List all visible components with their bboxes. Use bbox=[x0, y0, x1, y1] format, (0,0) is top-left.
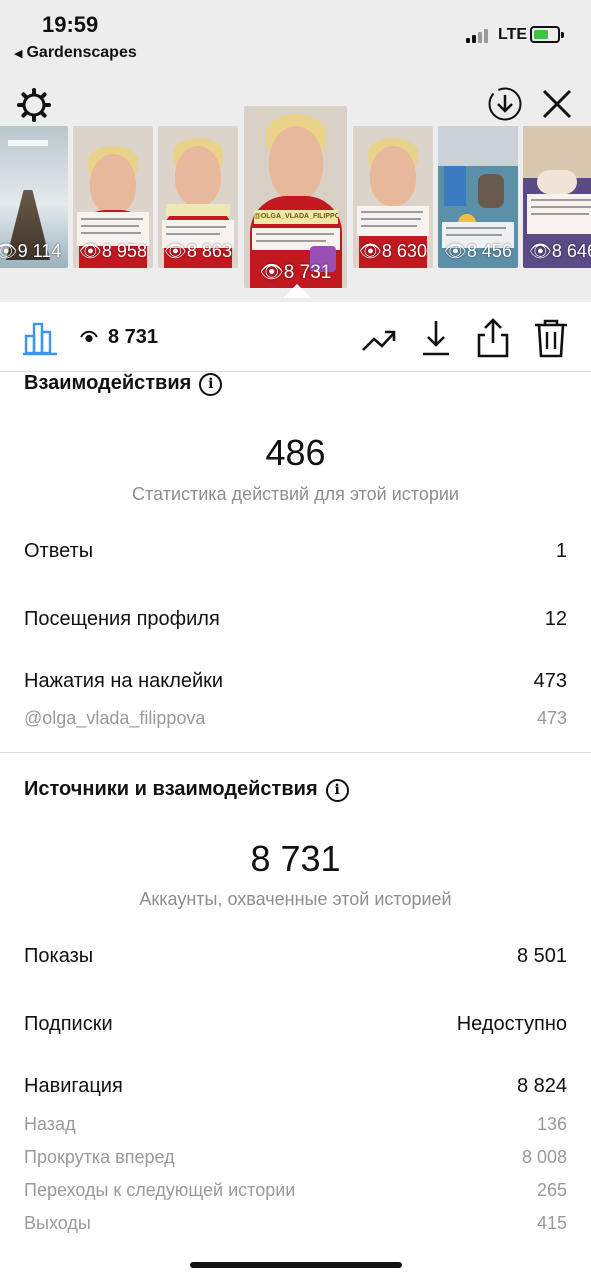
signal-icon bbox=[466, 28, 492, 43]
story-thumbnail[interactable]: 👁8 863 bbox=[158, 126, 238, 268]
reach-total: 8 731 bbox=[250, 838, 341, 879]
story-toolbar: 8 731 bbox=[0, 302, 591, 372]
impressions-label: Показы bbox=[24, 945, 94, 967]
story-view-count: 👁8 646 bbox=[529, 241, 591, 261]
gear-icon[interactable] bbox=[16, 87, 52, 123]
download-icon[interactable] bbox=[418, 318, 454, 358]
follows-value: Недоступно bbox=[456, 1013, 567, 1035]
story-view-count: 👁8 958 bbox=[79, 241, 147, 261]
info-icon[interactable]: i bbox=[199, 373, 223, 396]
selected-story-pointer bbox=[283, 284, 311, 298]
eye-icon bbox=[80, 330, 98, 343]
info-icon[interactable]: i bbox=[325, 779, 349, 802]
reach-subtitle: Аккаунты, охваченные этой историей bbox=[139, 889, 452, 909]
sticker-mention-value: 473 bbox=[536, 708, 567, 728]
replies-value: 1 bbox=[555, 540, 567, 562]
nav-forward-label: Прокрутка вперед bbox=[24, 1147, 175, 1167]
story-thumbnail-selected[interactable]: @OLGA_VLADA_FILIPPOVA 👁8 731 bbox=[244, 106, 347, 288]
trend-up-icon[interactable] bbox=[360, 322, 398, 358]
follows-label: Подписки bbox=[24, 1013, 113, 1035]
discovery-heading: Источники и взаимодействия i bbox=[24, 778, 349, 802]
interactions-heading: Взаимодействия i bbox=[24, 372, 223, 396]
nav-forward-value: 8 008 bbox=[521, 1147, 567, 1167]
sticker-taps-value: 473 bbox=[533, 670, 567, 692]
nav-exits-label: Выходы bbox=[24, 1213, 91, 1233]
story-view-count: 👁8 731 bbox=[259, 262, 332, 283]
nav-next-story-value: 265 bbox=[536, 1180, 567, 1200]
interactions-total: 486 bbox=[265, 432, 326, 473]
status-bar: 19:59 ◀ Gardenscapes LTE bbox=[0, 0, 591, 70]
share-icon[interactable] bbox=[475, 317, 511, 359]
home-indicator[interactable] bbox=[190, 1262, 402, 1268]
network-type: LTE bbox=[498, 26, 528, 43]
story-thumbnail[interactable]: 👁8 630 bbox=[353, 126, 433, 268]
sticker-taps-label: Нажатия на наклейки bbox=[24, 670, 224, 692]
battery-icon bbox=[530, 26, 564, 43]
nav-next-story-label: Переходы к следующей истории bbox=[24, 1180, 296, 1200]
replies-label: Ответы bbox=[24, 540, 94, 562]
sticker-mention-label: @olga_vlada_filippova bbox=[24, 708, 206, 728]
status-time: 19:59 bbox=[42, 12, 99, 37]
story-thumbnail[interactable]: 👁8 456 bbox=[438, 126, 518, 268]
navigation-value: 8 824 bbox=[516, 1075, 567, 1097]
nav-back-value: 136 bbox=[536, 1114, 567, 1134]
download-circle-icon[interactable] bbox=[487, 86, 523, 122]
back-triangle-icon: ◀ bbox=[14, 48, 23, 60]
story-thumbnail[interactable]: 👁9 114 bbox=[0, 126, 68, 268]
back-app-label: Gardenscapes bbox=[26, 44, 137, 61]
bar-chart-icon[interactable] bbox=[22, 320, 58, 356]
back-to-app-link[interactable]: ◀ Gardenscapes bbox=[14, 44, 137, 62]
profile-visits-label: Посещения профиля bbox=[24, 608, 220, 630]
story-strip-area: 👁9 114 👁8 958 👁8 863 @OLGA_VLADA_FILIPPO… bbox=[0, 70, 591, 302]
interactions-subtitle: Статистика действий для этой истории bbox=[132, 484, 459, 504]
story-view-count: 👁8 456 bbox=[444, 241, 512, 261]
story-view-count: 👁9 114 bbox=[0, 241, 62, 261]
nav-back-label: Назад bbox=[24, 1114, 76, 1134]
nav-exits-value: 415 bbox=[536, 1213, 567, 1233]
story-thumbnail[interactable]: 👁8 958 bbox=[73, 126, 153, 268]
mention-sticker: @OLGA_VLADA_FILIPPOVA bbox=[254, 210, 338, 224]
section-divider bbox=[0, 752, 591, 753]
story-view-count: 👁8 863 bbox=[164, 241, 232, 261]
story-thumbnail[interactable]: 👁8 646 bbox=[523, 126, 591, 268]
impressions-value: 8 501 bbox=[516, 945, 567, 967]
trash-icon[interactable] bbox=[532, 317, 570, 359]
close-icon[interactable] bbox=[540, 87, 574, 121]
profile-visits-value: 12 bbox=[544, 608, 567, 630]
story-view-count: 👁8 630 bbox=[359, 241, 427, 261]
story-views-total: 8 731 bbox=[108, 326, 159, 348]
navigation-label: Навигация bbox=[24, 1075, 123, 1097]
